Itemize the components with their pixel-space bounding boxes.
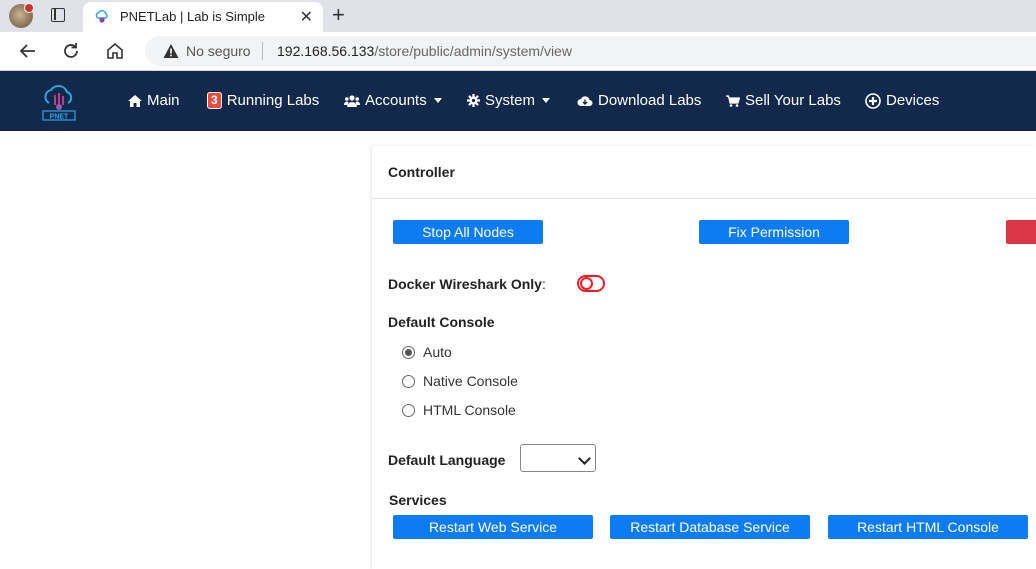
nav-system-label: System xyxy=(485,92,536,109)
restart-web-service-button[interactable]: Restart Web Service xyxy=(393,515,593,539)
section-divider xyxy=(372,198,1036,199)
address-toolbar: No seguro 192.168.56.133/store/public/ad… xyxy=(0,32,1036,71)
docker-wireshark-toggle[interactable] xyxy=(577,275,605,292)
pnet-logo-icon[interactable]: PNET xyxy=(40,81,78,121)
back-arrow-icon[interactable] xyxy=(18,41,38,61)
console-option-html[interactable]: HTML Console xyxy=(402,402,516,418)
default-language-label: Default Language xyxy=(388,452,506,468)
restart-html-console-button[interactable]: Restart HTML Console xyxy=(828,515,1028,539)
url-path: /store/public/admin/system/view xyxy=(374,43,572,59)
console-option-native-label: Native Console xyxy=(423,373,518,389)
pnetlab-favicon-icon xyxy=(95,9,108,23)
controller-title: Controller xyxy=(388,164,455,180)
nav-main-label: Main xyxy=(147,92,180,109)
console-option-auto-label: Auto xyxy=(423,344,452,360)
close-tab-icon[interactable]: ✕ xyxy=(300,7,313,27)
console-option-auto[interactable]: Auto xyxy=(402,344,452,360)
services-title: Services xyxy=(389,492,447,508)
users-icon xyxy=(344,94,360,107)
chevron-down-icon xyxy=(433,98,442,103)
nav-running-labs-label: Running Labs xyxy=(226,92,320,109)
security-status[interactable]: No seguro xyxy=(186,43,251,59)
browser-tab-strip: PNETLab | Lab is Simple ✕ + xyxy=(0,0,1036,32)
radio-html-console[interactable] xyxy=(402,403,415,417)
tab-actions-icon[interactable] xyxy=(51,8,65,22)
top-navbar: PNET Main 3 Running Labs Accounts System xyxy=(0,71,1036,131)
radio-native-console[interactable] xyxy=(402,374,415,388)
browser-tab[interactable]: PNETLab | Lab is Simple ✕ xyxy=(83,2,323,32)
nav-accounts-label: Accounts xyxy=(365,92,427,109)
nav-main[interactable]: Main xyxy=(128,92,180,109)
warning-triangle-icon[interactable] xyxy=(163,43,179,59)
default-language-select[interactable] xyxy=(520,444,596,472)
restart-database-service-button[interactable]: Restart Database Service xyxy=(610,515,810,539)
plus-circle-icon xyxy=(865,92,881,109)
home-icon xyxy=(128,94,142,107)
logo-text: PNET xyxy=(50,114,69,121)
nav-devices-label: Devices xyxy=(886,92,940,109)
nav-accounts[interactable]: Accounts xyxy=(344,92,442,109)
nav-sell-your-labs-label: Sell Your Labs xyxy=(745,92,841,109)
running-labs-count-badge: 3 xyxy=(207,92,222,109)
browser-tab-title: PNETLab | Lab is Simple xyxy=(120,9,265,24)
new-tab-icon[interactable]: + xyxy=(332,3,345,27)
home-icon[interactable] xyxy=(105,41,125,61)
nav-running-labs[interactable]: 3 Running Labs xyxy=(207,92,319,109)
notification-dot xyxy=(24,3,34,13)
nav-devices[interactable]: Devices xyxy=(865,92,939,109)
profile-avatar[interactable] xyxy=(9,3,34,28)
nav-sell-your-labs[interactable]: Sell Your Labs xyxy=(726,92,841,109)
default-console-title: Default Console xyxy=(388,314,495,330)
url-text[interactable]: 192.168.56.133/store/public/admin/system… xyxy=(277,43,572,59)
nav-download-labs-label: Download Labs xyxy=(598,92,702,109)
nav-download-labs[interactable]: Download Labs xyxy=(577,92,701,109)
danger-button[interactable] xyxy=(1006,220,1036,244)
chevron-down-icon xyxy=(542,98,551,103)
toggle-knob xyxy=(580,277,593,290)
address-separator xyxy=(262,42,263,60)
system-settings-panel: Controller Stop All Nodes Fix Permission… xyxy=(372,146,1036,569)
docker-wireshark-label: Docker Wireshark Only: xyxy=(388,276,546,292)
stop-all-nodes-button[interactable]: Stop All Nodes xyxy=(393,220,543,244)
docker-wireshark-colon: : xyxy=(541,276,546,292)
address-bar[interactable]: No seguro 192.168.56.133/store/public/ad… xyxy=(145,36,1036,66)
console-option-native[interactable]: Native Console xyxy=(402,373,518,389)
radio-auto[interactable] xyxy=(402,345,415,359)
url-host: 192.168.56.133 xyxy=(277,43,375,59)
fix-permission-button[interactable]: Fix Permission xyxy=(699,220,849,244)
reload-icon[interactable] xyxy=(61,41,81,61)
docker-wireshark-text: Docker Wireshark Only xyxy=(388,276,542,292)
console-option-html-label: HTML Console xyxy=(423,402,516,418)
chevron-down-icon xyxy=(578,452,591,465)
gear-icon xyxy=(467,94,480,107)
cloud-download-icon xyxy=(577,95,593,106)
nav-system[interactable]: System xyxy=(467,92,551,109)
cart-icon xyxy=(726,94,740,107)
